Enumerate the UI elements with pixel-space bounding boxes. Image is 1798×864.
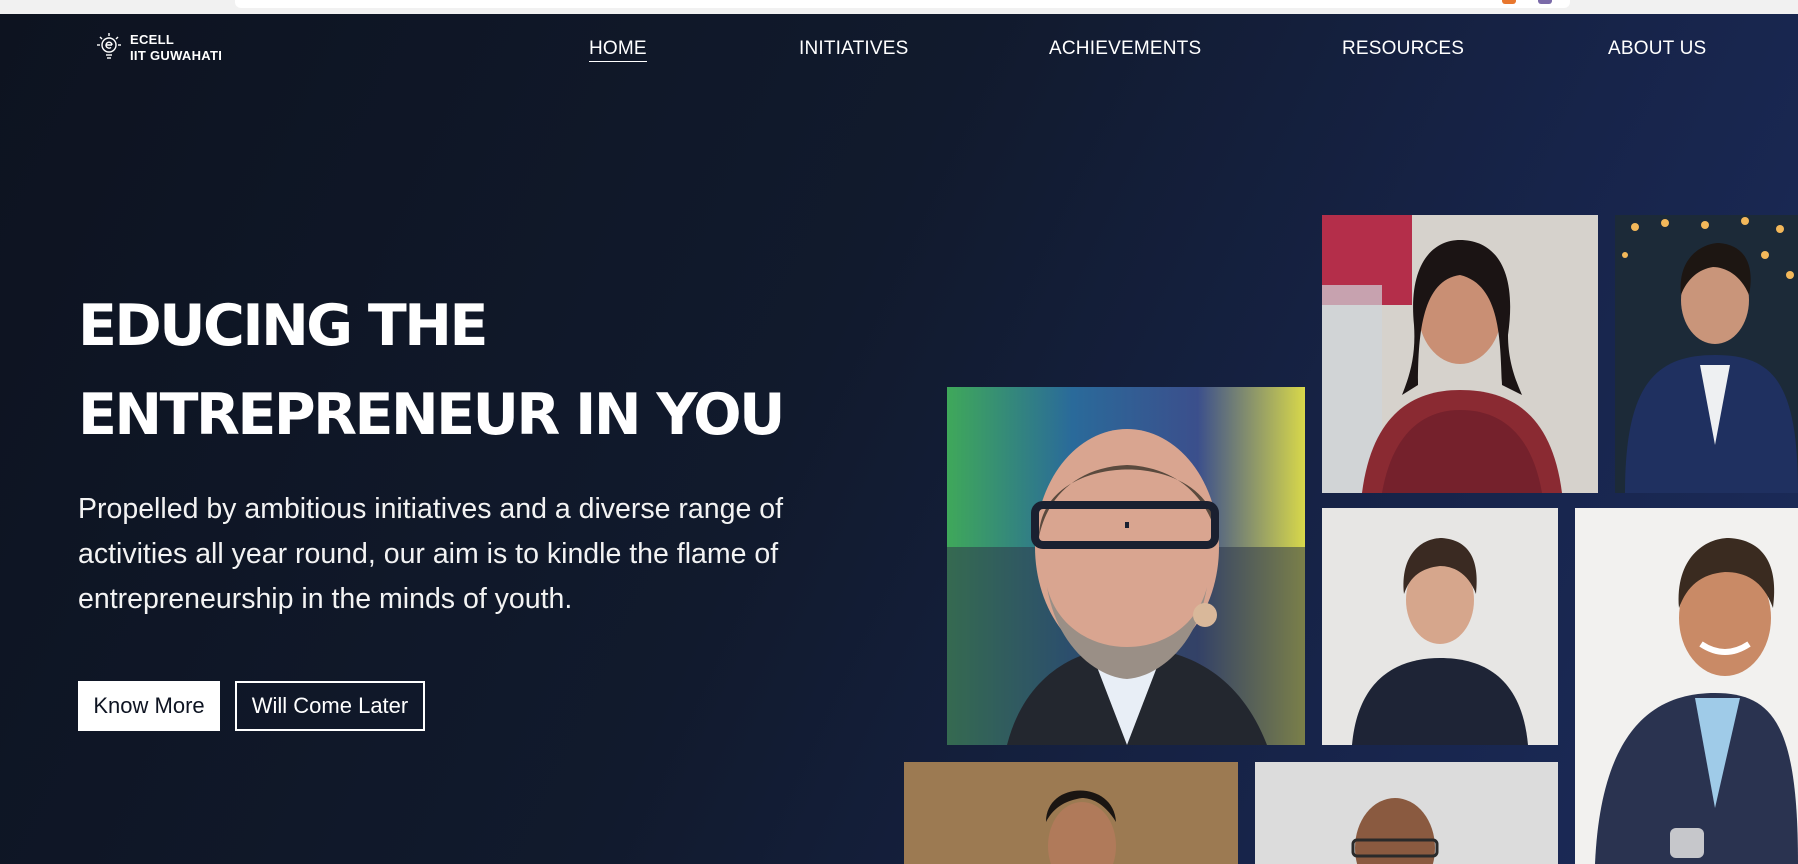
will-come-later-button[interactable]: Will Come Later	[235, 681, 425, 731]
speaker-photo	[1575, 508, 1798, 864]
brand-text: ECELL IIT GUWAHATI	[130, 32, 222, 64]
speaker-photo	[904, 762, 1238, 864]
nav-initiatives[interactable]: INITIATIVES	[799, 38, 909, 60]
nav-home[interactable]: HOME	[589, 38, 647, 62]
brand-line-1: ECELL	[130, 32, 175, 47]
lightbulb-e-icon	[96, 31, 122, 65]
know-more-button[interactable]: Know More	[78, 681, 220, 731]
hero-title-line-1: EDUCING THE	[78, 293, 488, 359]
hero-description: Propelled by ambitious initiatives and a…	[78, 493, 783, 615]
browser-top-strip	[0, 0, 1798, 14]
hero-title: EDUCING THE ENTREPRENEUR IN YOU	[78, 282, 785, 460]
brand-line-2: IIT GUWAHATI	[130, 48, 223, 63]
hero-title-line-2: ENTREPRENEUR IN YOU	[78, 382, 785, 448]
nav-achievements[interactable]: ACHIEVEMENTS	[1049, 38, 1201, 60]
profile-icon[interactable]	[1538, 0, 1552, 4]
address-bar[interactable]	[235, 0, 1570, 8]
speaker-photo	[947, 387, 1305, 745]
brand-logo[interactable]: ECELL IIT GUWAHATI	[96, 31, 222, 65]
speaker-photo	[1322, 508, 1558, 745]
speaker-photo	[1615, 215, 1798, 493]
nav-about-us[interactable]: ABOUT US	[1608, 38, 1706, 60]
speaker-photo	[1322, 215, 1598, 493]
extension-icon[interactable]	[1502, 0, 1516, 4]
speaker-photo	[1255, 762, 1558, 864]
nav-resources[interactable]: RESOURCES	[1342, 38, 1464, 60]
